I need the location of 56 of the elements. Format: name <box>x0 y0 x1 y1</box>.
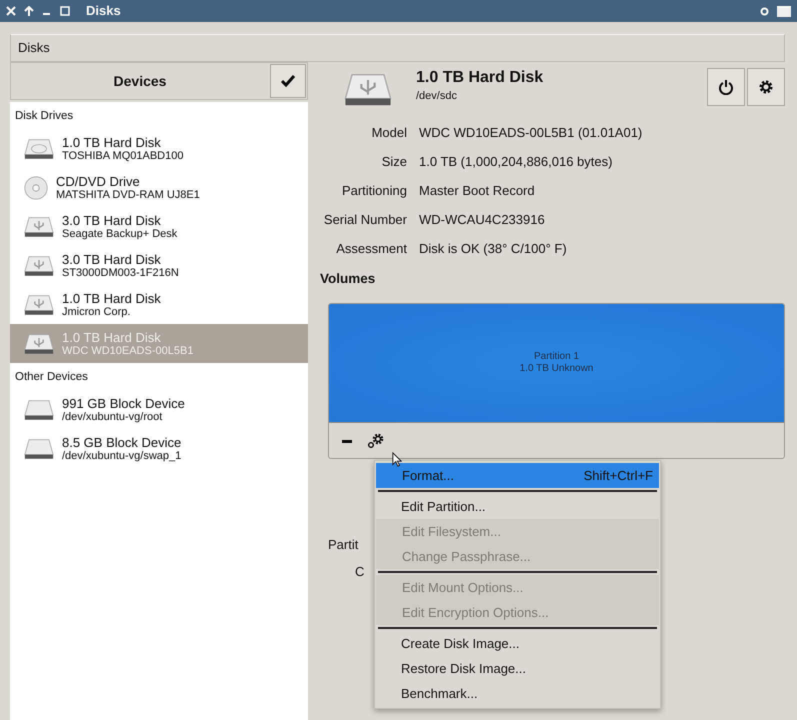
maximize-icon[interactable] <box>60 6 70 16</box>
hard-disk-icon <box>24 138 54 160</box>
property-label: Size <box>380 152 407 171</box>
mouse-cursor-icon <box>392 452 402 467</box>
menu-item[interactable]: Edit Partition... <box>375 494 660 519</box>
device-item[interactable]: 3.0 TB Hard Disk ST3000DM003-1F216N <box>10 246 308 286</box>
usb-drive-icon <box>24 216 54 238</box>
settings-button[interactable] <box>747 68 785 106</box>
property-label: Serial Number <box>322 210 407 229</box>
device-item[interactable]: CD/DVD Drive MATSHITA DVD-RAM UJ8E1 <box>10 168 308 208</box>
property-label: Model <box>370 124 407 142</box>
menu-item[interactable]: Create Disk Image... <box>375 631 660 656</box>
property-value: Disk is OK (38° C/100° F) <box>419 240 567 258</box>
up-arrow-icon[interactable] <box>24 6 34 16</box>
property-value: WDC WD10EADS-00L5B1 (01.01A01) <box>419 124 642 142</box>
section-header: Disk Drives <box>14 109 74 124</box>
partition-settings-button[interactable] <box>367 432 385 449</box>
menu-item[interactable]: Format... Shift+Ctrl+F <box>376 463 659 488</box>
window-icon[interactable] <box>777 6 791 16</box>
circle-icon[interactable] <box>760 6 769 16</box>
gears-icon <box>367 432 385 449</box>
partial-label: C <box>355 563 364 581</box>
device-item[interactable]: 1.0 TB Hard Disk TOSHIBA MQ01ABD100 <box>10 129 308 168</box>
settings-icon <box>758 79 774 95</box>
window-title: Disks <box>86 2 121 20</box>
header-title: Disks <box>18 39 50 58</box>
select-button[interactable] <box>270 64 306 98</box>
partition-block[interactable]: Partition 1 1.0 TB Unknown <box>329 304 784 422</box>
device-item[interactable]: 1.0 TB Hard Disk Jmicron Corp. <box>10 285 308 324</box>
property-value: WD-WCAU4C233916 <box>419 210 545 229</box>
usb-drive-icon <box>24 254 54 277</box>
drive-icon <box>24 438 54 460</box>
partial-label: Partit <box>328 536 358 554</box>
disc-icon <box>24 176 48 200</box>
property-label: Partitioning <box>340 182 407 200</box>
usb-drive-icon <box>24 332 54 355</box>
device-item[interactable]: 8.5 GB Block Device /dev/xubuntu-vg/swap_1 <box>10 430 308 468</box>
property-value: Master Boot Record <box>419 182 535 200</box>
volumes-title: Volumes <box>320 270 376 288</box>
property-value: 1.0 TB (1,000,204,886,016 bytes) <box>419 152 612 171</box>
close-icon[interactable] <box>6 6 16 16</box>
usb-drive-icon <box>24 294 54 316</box>
disk-title: 1.0 TB Hard Disk <box>416 68 544 88</box>
usb-drive-icon <box>344 72 392 107</box>
power-icon <box>718 79 734 95</box>
devices-title: Devices <box>112 72 168 90</box>
checkmark-icon <box>281 75 295 87</box>
device-item[interactable]: 991 GB Block Device /dev/xubuntu-vg/root <box>10 390 308 430</box>
power-button[interactable] <box>707 68 745 106</box>
device-path: /dev/sdc <box>416 89 458 104</box>
menu-item[interactable]: Benchmark... <box>375 681 660 706</box>
drive-icon <box>24 399 54 421</box>
section-header: Other Devices <box>14 370 89 386</box>
menu-item[interactable]: Restore Disk Image... <box>375 656 660 681</box>
device-item[interactable]: 3.0 TB Hard Disk Seagate Backup+ Desk <box>10 207 308 246</box>
property-label: Assessment <box>335 240 407 258</box>
